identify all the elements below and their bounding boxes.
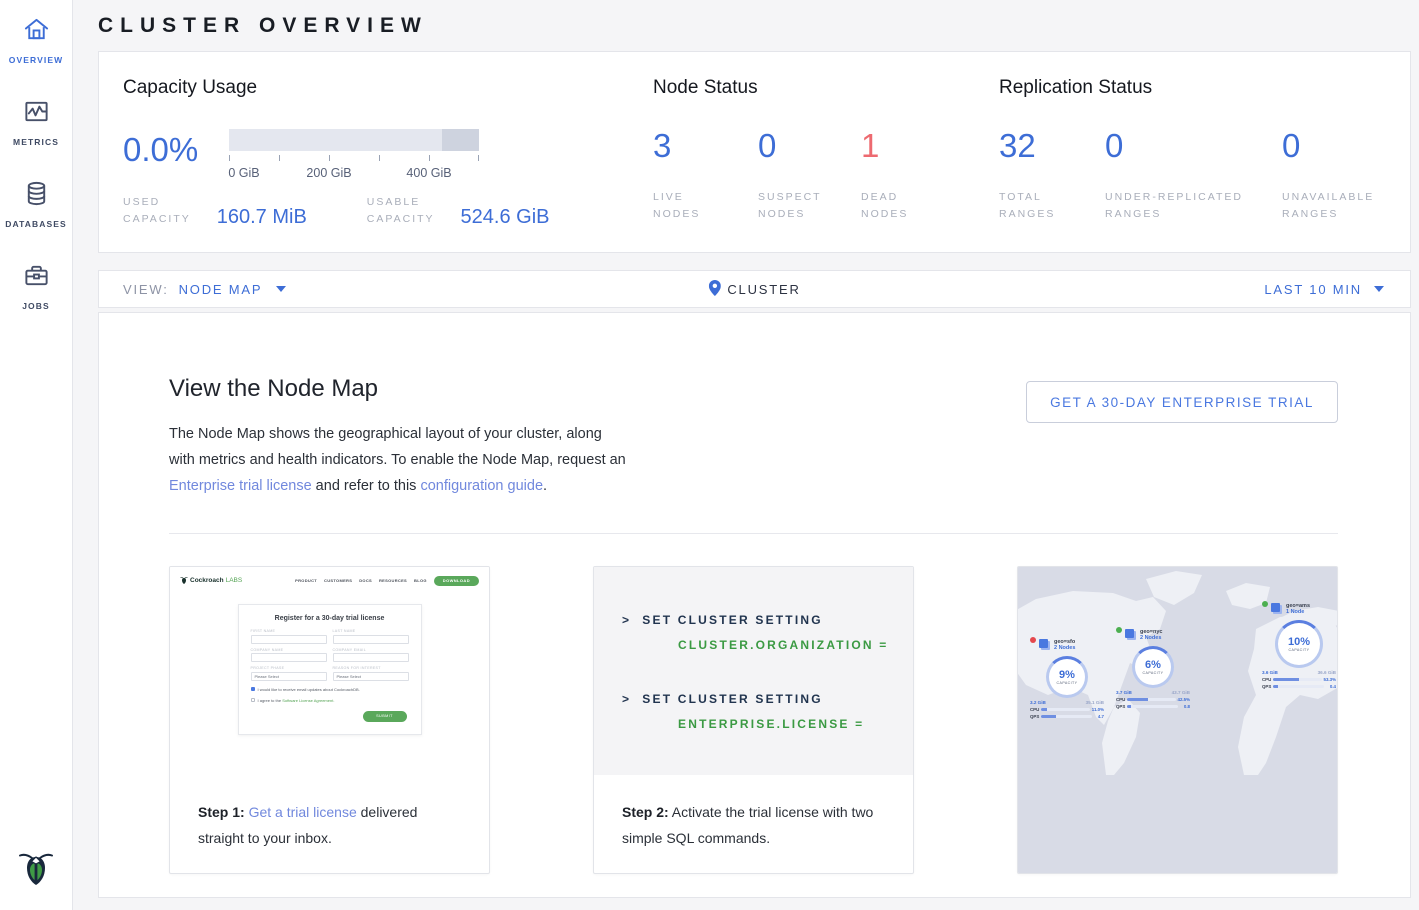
get-trial-license-link[interactable]: Get a trial license [249, 804, 357, 820]
database-icon [23, 180, 50, 212]
warning-badge-icon [1030, 637, 1036, 643]
sidebar-item-label: JOBS [22, 301, 50, 311]
description-text: and refer to this [312, 478, 421, 494]
capacity-gauge-ticks [229, 155, 479, 163]
step-1-caption: Step 1: Get a trial license delivered st… [170, 775, 489, 851]
sidebar-item-label: DATABASES [5, 219, 67, 229]
sidebar-item-metrics[interactable]: METRICS [0, 98, 73, 147]
under-replicated-ranges-value: 0 [1105, 127, 1282, 165]
sidebar-item-label: METRICS [13, 137, 59, 147]
step-1-card: CockroachLABS PRODUCT CUSTOMERS DOCS RES… [169, 566, 490, 874]
capacity-donut: 10% CAPACITY [1275, 620, 1323, 668]
node-map-region-nyc: geo=nyc 2 Nodes 6% CAPACITY 3.7 GiB43.7 … [1116, 629, 1190, 709]
enterprise-trial-button[interactable]: GET A 30-DAY ENTERPRISE TRIAL [1026, 381, 1338, 423]
cluster-summary-card: Capacity Usage 0.0% 0 GiB 200 GiB 400 Gi… [98, 51, 1411, 253]
step-3-card: geo=sfo 2 Nodes 9% CAPACITY 3.2 GiB35.1 … [1017, 566, 1338, 874]
unavailable-ranges-value: 0 [1282, 127, 1374, 165]
capacity-usage-section: Capacity Usage 0.0% 0 GiB 200 GiB 400 Gi… [123, 77, 653, 252]
dead-nodes-value: 1 [861, 127, 908, 165]
cockroachdb-logo-icon [18, 845, 54, 898]
time-range-value: LAST 10 MIN [1264, 282, 1362, 297]
under-replicated-ranges-stat: 0 UNDER-REPLICATEDRANGES [1105, 127, 1282, 223]
unavailable-ranges-stat: 0 UNAVAILABLERANGES [1282, 127, 1374, 223]
node-cube-icon [1125, 629, 1134, 638]
capacity-usage-title: Capacity Usage [123, 77, 653, 99]
gauge-tick-label-0: 0 GiB [228, 166, 259, 180]
mini-download-button: DOWNLOAD [434, 576, 479, 586]
step-2-card: > SET CLUSTER SETTING CLUSTER.ORGANIZATI… [593, 566, 914, 874]
total-ranges-stat: 32 TOTALRANGES [999, 127, 1105, 223]
node-map-region-sfo: geo=sfo 2 Nodes 9% CAPACITY 3.2 GiB35.1 … [1030, 639, 1104, 719]
usable-capacity-value: 524.6 GiB [461, 206, 550, 229]
node-cube-icon [1039, 639, 1048, 648]
node-map-intro: View the Node Map The Node Map shows the… [169, 375, 631, 499]
description-text: . [543, 478, 547, 494]
node-cube-icon [1271, 603, 1280, 612]
briefcase-icon [23, 262, 50, 294]
mini-register-form: Register for a 30-day trial license FIRS… [238, 604, 422, 735]
trial-license-site-thumbnail: CockroachLABS PRODUCT CUSTOMERS DOCS RES… [170, 567, 489, 775]
capacity-used-percent: 0.0% [123, 131, 229, 169]
chevron-down-icon [276, 286, 286, 292]
replication-status-title: Replication Status [999, 77, 1382, 99]
configuration-guide-link[interactable]: configuration guide [420, 478, 543, 494]
sidebar-item-label: OVERVIEW [9, 55, 63, 65]
gauge-tick-label-200: 200 GiB [306, 166, 351, 180]
node-map-heading: View the Node Map [169, 375, 631, 403]
suspect-nodes-value: 0 [758, 127, 861, 165]
node-map-thumbnail: geo=sfo 2 Nodes 9% CAPACITY 3.2 GiB35.1 … [1018, 567, 1337, 873]
step-3-caption: Step 3: Refer this configuration guide t… [1018, 873, 1337, 874]
sidebar-item-jobs[interactable]: JOBS [0, 262, 73, 311]
home-icon [23, 16, 50, 48]
cluster-breadcrumb: CLUSTER [708, 280, 800, 299]
divider [169, 533, 1338, 534]
view-label: VIEW: [123, 282, 169, 297]
capacity-gauge: 0 GiB 200 GiB 400 GiB [229, 129, 479, 180]
mini-cockroach-logo: CockroachLABS [180, 575, 242, 586]
metrics-icon [23, 98, 50, 130]
healthy-badge-icon [1262, 601, 1268, 607]
enterprise-trial-license-link[interactable]: Enterprise trial license [169, 478, 312, 494]
capacity-gauge-bar [229, 129, 479, 151]
view-value: NODE MAP [179, 282, 263, 297]
used-capacity-value: 160.7 MiB [217, 206, 307, 229]
mini-site-nav: PRODUCT CUSTOMERS DOCS RESOURCES BLOG DO… [295, 576, 479, 586]
capacity-donut: 6% CAPACITY [1132, 646, 1174, 688]
view-selector[interactable]: VIEW: NODE MAP [123, 282, 286, 297]
node-status-title: Node Status [653, 77, 999, 99]
page-title: CLUSTER OVERVIEW [98, 14, 1411, 38]
live-nodes-stat: 3 LIVENODES [653, 127, 758, 223]
main-content: CLUSTER OVERVIEW Capacity Usage 0.0% 0 G… [73, 0, 1419, 910]
usable-capacity-label: USABLE CAPACITY [367, 194, 435, 228]
replication-status-section: Replication Status 32 TOTALRANGES 0 UNDE… [999, 77, 1382, 252]
time-range-selector[interactable]: LAST 10 MIN [1264, 282, 1384, 297]
capacity-donut: 9% CAPACITY [1046, 656, 1088, 698]
chevron-down-icon [1374, 286, 1384, 292]
app-root: OVERVIEW METRICS DATABASES JOBS [0, 0, 1419, 910]
total-ranges-value: 32 [999, 127, 1105, 165]
description-text: The Node Map shows the geographical layo… [169, 426, 626, 468]
sidebar-item-databases[interactable]: DATABASES [0, 180, 73, 229]
sidebar: OVERVIEW METRICS DATABASES JOBS [0, 0, 73, 910]
suspect-nodes-stat: 0 SUSPECTNODES [758, 127, 861, 223]
live-nodes-value: 3 [653, 127, 758, 165]
node-map-panel: View the Node Map The Node Map shows the… [98, 312, 1411, 898]
used-capacity-label: USED CAPACITY [123, 194, 191, 228]
gauge-tick-label-400: 400 GiB [406, 166, 451, 180]
node-map-region-ams: geo=ams 1 Node 10% CAPACITY 3.6 GiB36.6 … [1262, 603, 1336, 689]
sql-commands-thumbnail: > SET CLUSTER SETTING CLUSTER.ORGANIZATI… [594, 567, 913, 775]
capacity-gauge-reserved-segment [442, 129, 480, 151]
dead-nodes-stat: 1 DEADNODES [861, 127, 908, 223]
cluster-breadcrumb-label: CLUSTER [727, 282, 800, 297]
healthy-badge-icon [1116, 627, 1122, 633]
sidebar-item-overview[interactable]: OVERVIEW [0, 16, 73, 65]
step-2-caption: Step 2: Activate the trial license with … [594, 775, 913, 851]
node-map-description: The Node Map shows the geographical layo… [169, 421, 631, 499]
node-status-section: Node Status 3 LIVENODES 0 SUSPECTNODES 1… [653, 77, 999, 252]
view-bar: VIEW: NODE MAP CLUSTER LAST 10 MIN [98, 270, 1411, 308]
map-pin-icon [708, 280, 720, 299]
